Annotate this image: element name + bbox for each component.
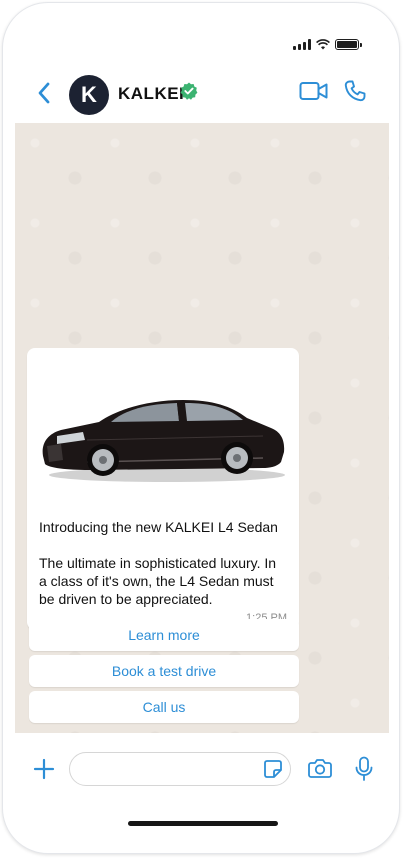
status-bar (293, 39, 362, 50)
video-call-icon[interactable] (299, 81, 329, 101)
learn-more-button[interactable]: Learn more (29, 619, 299, 651)
avatar[interactable]: K (69, 75, 109, 115)
message-title: Introducing the new KALKEI L4 Sedan (39, 519, 278, 535)
signal-icon (293, 39, 311, 50)
message-bubble: Introducing the new KALKEI L4 Sedan The … (27, 348, 299, 630)
car-image (27, 348, 299, 498)
call-us-button[interactable]: Call us (29, 691, 299, 723)
plus-icon[interactable] (33, 758, 55, 780)
chat-area: Introducing the new KALKEI L4 Sedan The … (15, 123, 389, 733)
book-test-drive-button[interactable]: Book a test drive (29, 655, 299, 687)
camera-icon[interactable] (308, 758, 332, 778)
message-body: The ultimate in sophisticated luxury. In… (39, 555, 277, 607)
phone-frame: K KALKEI Introducing the new KALKEI L4 S… (2, 2, 400, 854)
home-indicator[interactable] (128, 821, 278, 826)
verified-badge-icon (180, 82, 198, 100)
contact-name[interactable]: KALKEI (118, 84, 184, 104)
message-input[interactable] (69, 752, 291, 786)
chat-header: K KALKEI (3, 69, 399, 119)
phone-icon[interactable] (343, 79, 367, 103)
wifi-icon (316, 39, 330, 50)
battery-icon (335, 39, 362, 50)
microphone-icon[interactable] (355, 756, 373, 782)
input-bar (3, 743, 399, 803)
back-arrow-icon[interactable] (37, 82, 51, 104)
sticker-icon[interactable] (263, 759, 283, 779)
